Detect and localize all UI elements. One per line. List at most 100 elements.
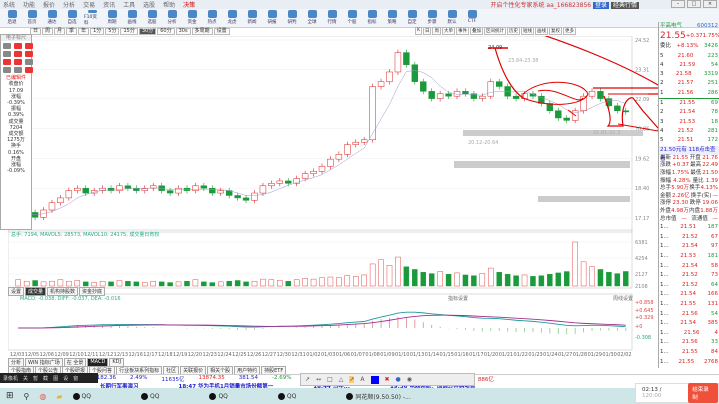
fill-rect-icon[interactable] — [25, 51, 33, 58]
toolbar-button[interactable]: 策略 — [384, 10, 400, 26]
candle[interactable] — [301, 173, 309, 179]
candle[interactable] — [57, 197, 64, 203]
candle[interactable] — [318, 166, 326, 172]
browser-icon[interactable]: ◍ — [39, 392, 46, 401]
fill-ellipse-icon[interactable] — [3, 59, 11, 66]
recorder-control[interactable]: 图 — [53, 375, 58, 382]
settings-icon[interactable]: ● — [396, 376, 401, 383]
period-button[interactable]: 60分 — [157, 28, 175, 35]
menu-item[interactable]: 报价 — [43, 0, 55, 9]
taskbar-app[interactable]: QQ — [72, 392, 91, 400]
candle[interactable] — [268, 183, 275, 187]
toolbar-button[interactable]: 个股 — [344, 10, 360, 26]
sell-level[interactable]: 5 21.60 223 — [659, 52, 719, 61]
chart-tool-button[interactable]: 日 — [422, 27, 432, 35]
save-icon[interactable] — [3, 67, 11, 74]
candle[interactable] — [242, 197, 250, 201]
arrow-icon[interactable] — [25, 43, 33, 50]
chart-tool-button[interactable]: 大单 — [441, 27, 455, 35]
toolbar-button[interactable]: 默认 — [444, 10, 460, 26]
menu-item[interactable]: 帮助 — [163, 0, 175, 9]
candle[interactable] — [285, 180, 292, 184]
indicator-tab[interactable]: 成交量 — [25, 287, 47, 296]
candle[interactable] — [563, 117, 570, 121]
chart-area[interactable]: 24.5223.3122.0920.8619.6218.4017.1720.12… — [8, 36, 658, 358]
toolbar-button[interactable]: 步骤 — [424, 10, 440, 26]
eraser-icon[interactable] — [25, 67, 33, 74]
candle[interactable] — [344, 144, 351, 155]
candle[interactable] — [420, 81, 427, 92]
menu-item[interactable]: 资讯 — [103, 0, 115, 9]
candle[interactable] — [335, 154, 343, 160]
toolbar-button[interactable]: 自选 — [64, 10, 80, 26]
stop-recording-button[interactable]: 结束录制 — [688, 383, 718, 403]
maximize-button[interactable]: □ — [687, 0, 701, 8]
chart-tool-button[interactable]: 复权 — [548, 27, 562, 35]
candle[interactable] — [580, 95, 587, 111]
menu-item[interactable]: 分析 — [63, 0, 75, 9]
candle[interactable] — [74, 187, 81, 191]
chart-tool-button[interactable]: K — [415, 27, 422, 35]
pen-icon[interactable] — [3, 43, 11, 50]
toolbar-button[interactable]: 资金 — [184, 10, 200, 26]
candle[interactable] — [504, 86, 511, 97]
candle[interactable] — [166, 190, 174, 194]
candle[interactable] — [234, 195, 241, 199]
chart-tool-button[interactable]: 周 — [432, 27, 441, 35]
period-button[interactable]: 5分 — [105, 28, 120, 35]
candle[interactable] — [462, 91, 469, 95]
triangle-icon[interactable]: △ — [339, 376, 344, 383]
recorder-control[interactable]: 录像机 — [3, 375, 18, 382]
menu-item[interactable]: 系统 — [3, 0, 15, 9]
candle[interactable] — [352, 141, 359, 145]
toolbar-button[interactable]: 选股 — [144, 10, 160, 26]
period-button[interactable]: 月 — [54, 28, 66, 35]
period-button[interactable]: 1分 — [90, 28, 105, 35]
toolbar-button[interactable]: 研报 — [264, 10, 280, 26]
minimize-button[interactable]: – — [671, 0, 685, 8]
folder-icon[interactable]: ▰ — [56, 392, 62, 401]
candle[interactable] — [276, 180, 284, 184]
chart-tool-button[interactable]: 叠加 — [469, 27, 483, 35]
menu-item[interactable]: 选股 — [143, 0, 155, 9]
candle[interactable] — [436, 93, 444, 99]
indicator-tab[interactable]: 机构持股数 — [47, 287, 79, 296]
period-button[interactable]: 年 — [78, 28, 90, 35]
buy-level[interactable]: 4 21.52 281 — [659, 127, 719, 136]
candle[interactable] — [377, 81, 385, 87]
candle[interactable] — [555, 110, 562, 119]
level2-notice[interactable]: 21.50元有 118点击查看 — [659, 145, 719, 162]
candle[interactable] — [479, 95, 486, 99]
line-icon[interactable]: ↔ — [316, 376, 321, 383]
candle[interactable] — [403, 52, 410, 65]
chart-tool-button[interactable]: 事件 — [455, 27, 469, 35]
candle[interactable] — [445, 93, 452, 97]
buy-level[interactable]: 5 21.51 172 — [659, 136, 719, 145]
login-button[interactable]: 登录 — [593, 2, 610, 9]
buy-level[interactable]: 3 21.53 18 — [659, 118, 719, 127]
text-icon[interactable] — [14, 59, 22, 66]
text-icon[interactable]: A — [360, 376, 364, 383]
chart-tool-button[interactable]: 短线 — [520, 27, 534, 35]
cursor-icon[interactable]: ➚ — [349, 376, 355, 383]
buy-level[interactable]: 2 21.54 78 — [659, 108, 719, 117]
toolbar-button[interactable]: 画线 — [124, 10, 140, 26]
indicator-tab[interactable]: 资金抄底 — [79, 287, 106, 296]
candle[interactable] — [512, 95, 520, 99]
taskbar-app[interactable]: 同花顺(9.50.50) -... — [346, 392, 411, 401]
search-icon[interactable]: ⚲ — [24, 392, 30, 401]
chart-tool-button[interactable]: 历史 — [506, 27, 520, 35]
toolbar-button[interactable]: 首页 — [24, 10, 40, 26]
candle[interactable] — [614, 105, 621, 111]
rect-icon[interactable]: □ — [327, 376, 333, 383]
recorder-control[interactable]: 窗 — [73, 375, 78, 382]
candle[interactable] — [259, 185, 267, 194]
candle[interactable] — [386, 71, 393, 82]
sell-level[interactable]: 2 21.57 251 — [659, 79, 719, 88]
candle[interactable] — [251, 192, 258, 201]
candle[interactable] — [411, 64, 419, 82]
color-swatch[interactable] — [370, 375, 379, 384]
candle[interactable] — [496, 81, 503, 87]
line-icon[interactable] — [14, 43, 22, 50]
buy-level[interactable]: 1 21.55 69 — [659, 99, 719, 108]
